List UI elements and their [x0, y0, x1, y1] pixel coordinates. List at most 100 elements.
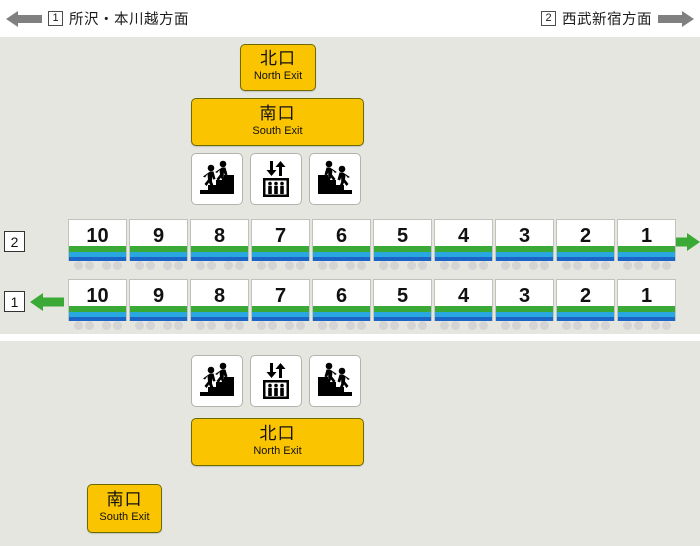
car-wheel [257, 321, 266, 330]
car-wheel [102, 261, 111, 270]
elevator-icon-box[interactable] [250, 355, 302, 407]
car-wheel [207, 261, 216, 270]
train-car[interactable]: 9 [129, 279, 188, 330]
train-car[interactable]: 8 [190, 279, 249, 330]
car-wheel [224, 261, 233, 270]
car-wheel [357, 321, 366, 330]
train-car[interactable]: 3 [495, 279, 554, 330]
stairs-down-icon [315, 159, 355, 199]
car-number: 1 [640, 224, 653, 247]
train-car[interactable]: 6 [312, 279, 371, 330]
car-wheel [573, 321, 582, 330]
car-wheel [318, 261, 327, 270]
car-wheel [74, 321, 83, 330]
stairs-up-icon-box[interactable] [191, 153, 243, 205]
car-number: 3 [518, 224, 531, 247]
car-wheel [573, 261, 582, 270]
train-car[interactable]: 7 [251, 279, 310, 330]
car-wheel [285, 321, 294, 330]
car-number: 4 [457, 284, 470, 307]
car-wheel [329, 261, 338, 270]
car-wheel [235, 261, 244, 270]
exit-label-jp: 南口 [106, 490, 143, 511]
train-car[interactable]: 3 [495, 219, 554, 270]
train-car[interactable]: 5 [373, 279, 432, 330]
car-wheel [235, 321, 244, 330]
car-wheel [479, 261, 488, 270]
car-wheel [479, 321, 488, 330]
train-car[interactable]: 9 [129, 219, 188, 270]
elevator-icon [256, 159, 296, 199]
car-wheel [196, 261, 205, 270]
car-wheel [634, 321, 643, 330]
train-car[interactable]: 4 [434, 219, 493, 270]
car-wheel [135, 321, 144, 330]
car-number: 5 [396, 284, 409, 307]
train-car[interactable]: 10 [68, 279, 127, 330]
train-car[interactable]: 2 [556, 279, 615, 330]
direction-header: 1 所沢・本川越方面 2 西武新宿方面 [0, 0, 700, 37]
exit-sign-south-bottom[interactable]: 南口 South Exit [87, 484, 162, 533]
train-car[interactable]: 10 [68, 219, 127, 270]
elevator-icon [256, 361, 296, 401]
exit-sign-south-top[interactable]: 南口 South Exit [191, 98, 364, 146]
exit-label-en: South Exit [252, 124, 303, 137]
exit-label-en: North Exit [253, 444, 302, 457]
car-wheel [357, 261, 366, 270]
car-wheel [468, 321, 477, 330]
car-wheel [379, 321, 388, 330]
car-wheel [296, 261, 305, 270]
elevator-icon-box[interactable] [250, 153, 302, 205]
car-number: 7 [274, 224, 287, 247]
train-car[interactable]: 7 [251, 219, 310, 270]
car-number: 9 [152, 224, 165, 247]
facility-icons-top [191, 153, 361, 205]
car-wheel [512, 321, 521, 330]
car-wheel [135, 261, 144, 270]
exit-sign-north-top[interactable]: 北口 North Exit [240, 44, 316, 91]
car-wheel [418, 261, 427, 270]
train-car[interactable]: 1 [617, 279, 676, 330]
car-wheel [451, 261, 460, 270]
header-right-direction: 2 西武新宿方面 [541, 0, 694, 37]
car-wheel [74, 261, 83, 270]
train-car[interactable]: 4 [434, 279, 493, 330]
car-wheel [440, 321, 449, 330]
stairs-down-icon-box[interactable] [309, 355, 361, 407]
car-wheel [146, 261, 155, 270]
car-number: 8 [213, 224, 226, 247]
car-wheel [318, 321, 327, 330]
car-wheel [113, 261, 122, 270]
car-wheel [268, 321, 277, 330]
stairs-down-icon-box[interactable] [309, 153, 361, 205]
stairs-up-icon-box[interactable] [191, 355, 243, 407]
car-wheel [257, 261, 266, 270]
car-number: 8 [213, 284, 226, 307]
car-number: 6 [335, 224, 348, 247]
car-wheel [207, 321, 216, 330]
header-left-destination: 所沢・本川越方面 [69, 12, 189, 28]
train-car[interactable]: 5 [373, 219, 432, 270]
car-wheel [540, 321, 549, 330]
train-car[interactable]: 8 [190, 219, 249, 270]
train-car[interactable]: 1 [617, 219, 676, 270]
arrow-right-grey-icon [658, 10, 694, 28]
header-left-direction: 1 所沢・本川越方面 [6, 0, 189, 37]
arrow-left-green-icon [30, 292, 64, 312]
car-wheel [113, 321, 122, 330]
stairs-up-icon [197, 159, 237, 199]
train-car[interactable]: 6 [312, 219, 371, 270]
car-wheel [662, 321, 671, 330]
car-wheel [268, 261, 277, 270]
exit-label-jp: 北口 [259, 423, 296, 444]
train-car[interactable]: 2 [556, 219, 615, 270]
car-wheel [296, 321, 305, 330]
car-wheel [529, 321, 538, 330]
platform-2-train: 10 9 8 7 6 5 4 3 2 1 [68, 219, 676, 270]
car-wheel [379, 261, 388, 270]
car-wheel [512, 261, 521, 270]
exit-label-jp: 南口 [259, 103, 296, 124]
exit-sign-north-bottom[interactable]: 北口 North Exit [191, 418, 364, 466]
car-wheel [590, 321, 599, 330]
car-wheel [651, 261, 660, 270]
